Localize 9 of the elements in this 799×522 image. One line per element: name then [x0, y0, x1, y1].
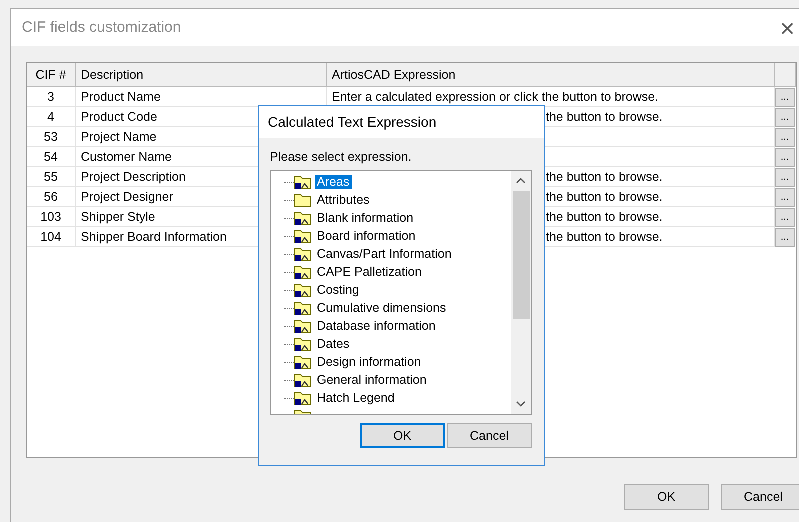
- table-cell: 53: [27, 127, 76, 147]
- table-cell: 104: [27, 227, 76, 247]
- table-cell: 56: [27, 187, 76, 207]
- table-cell: 4: [27, 107, 76, 127]
- table-cell: 54: [27, 147, 76, 167]
- window-title: CIF fields customization: [22, 19, 182, 36]
- table-cell: 55: [27, 167, 76, 187]
- table-cell: 103: [27, 207, 76, 227]
- table-cell: 3: [27, 87, 76, 107]
